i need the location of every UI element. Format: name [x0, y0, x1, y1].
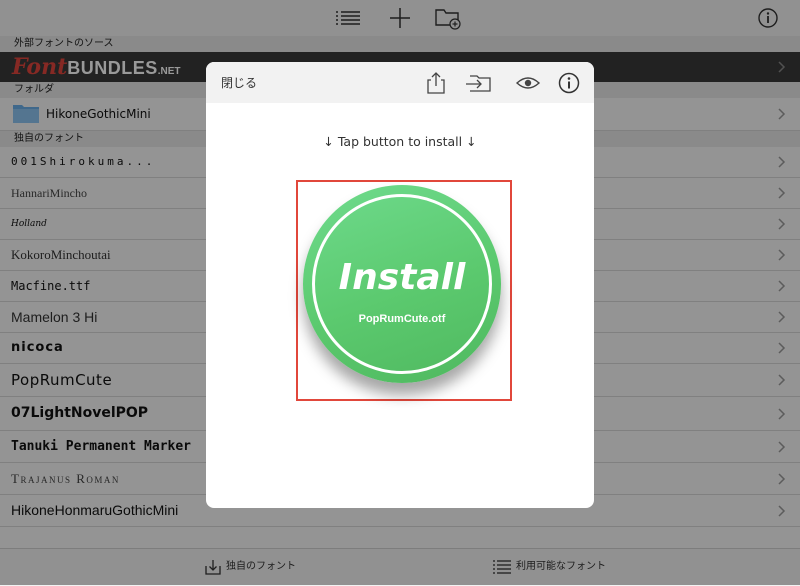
install-dialog: 閉じる ↓ Tap button to install ↓ Install Po… [206, 62, 594, 508]
install-label: Install [338, 257, 466, 298]
close-button[interactable]: 閉じる [221, 74, 257, 91]
share-icon[interactable] [424, 71, 448, 95]
move-to-folder-icon[interactable] [466, 71, 492, 95]
install-hint: ↓ Tap button to install ↓ [323, 134, 477, 149]
install-button[interactable]: Install PopRumCute.otf [303, 185, 501, 383]
info-icon[interactable] [557, 71, 581, 95]
dialog-toolbar: 閉じる [206, 62, 594, 103]
install-file-name: PopRumCute.otf [358, 313, 446, 325]
preview-eye-icon[interactable] [515, 71, 541, 95]
